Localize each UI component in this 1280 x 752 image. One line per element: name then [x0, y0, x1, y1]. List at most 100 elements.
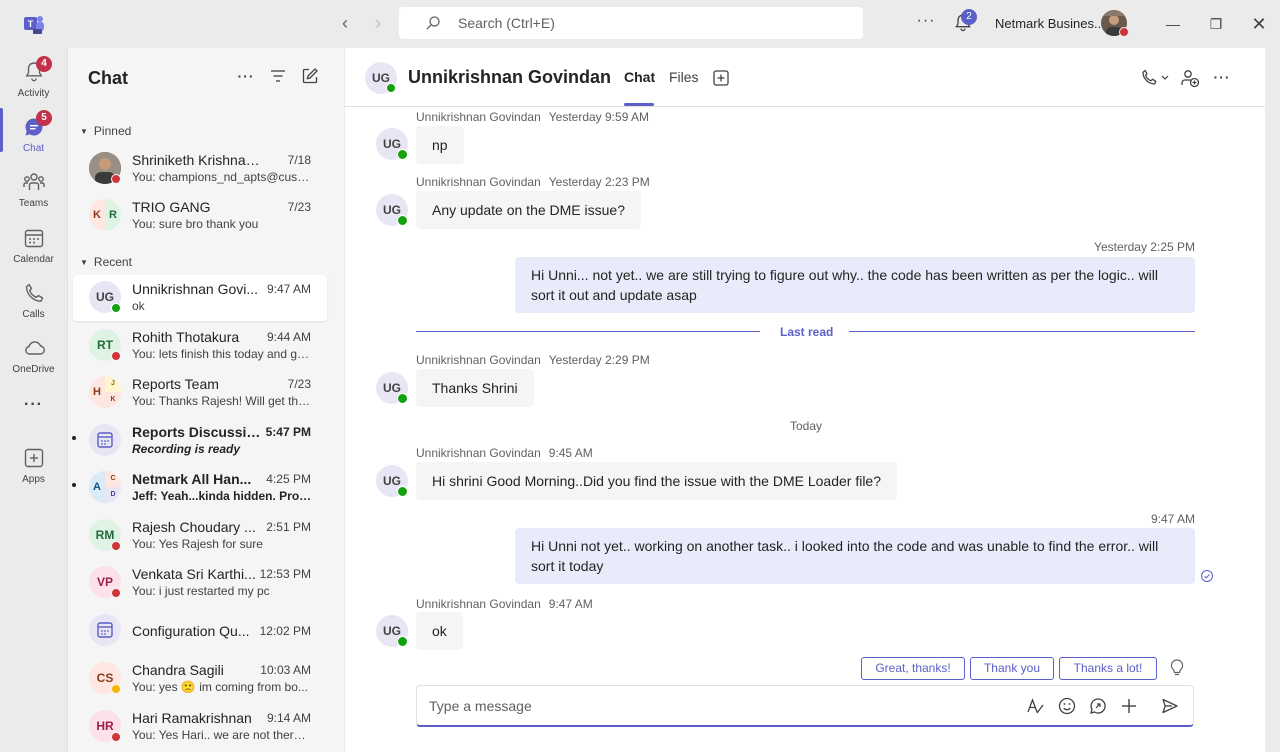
- chat-item-name: Chandra Sagili: [132, 662, 224, 678]
- rail-item-activity[interactable]: 4 Activity: [0, 52, 67, 108]
- more-options-icon[interactable]: ···: [1211, 67, 1233, 89]
- chat-item[interactable]: K R TRIO GANG 7/23 You: sure bro thank y…: [73, 193, 327, 239]
- filter-icon[interactable]: [268, 66, 288, 86]
- rail-item-apps[interactable]: Apps: [0, 438, 67, 494]
- message-avatar[interactable]: UG: [376, 465, 408, 497]
- suggested-reply-button[interactable]: Great, thanks!: [861, 657, 965, 680]
- message-avatar[interactable]: UG: [376, 615, 408, 647]
- chat-item[interactable]: UG Unnikrishnan Govi... 9:47 AM ok: [73, 275, 327, 321]
- forward-arrow-icon[interactable]: ›: [366, 12, 390, 36]
- rail-item-calls[interactable]: Calls: [0, 273, 67, 329]
- message-bubble[interactable]: Any update on the DME issue?: [416, 191, 642, 229]
- message-bubble[interactable]: np: [416, 126, 464, 164]
- tab-chat[interactable]: Chat: [624, 69, 655, 85]
- chat-more-options-icon[interactable]: ···: [236, 66, 256, 86]
- chat-item[interactable]: H J K Reports Team 7/23 You: Thanks Raje…: [73, 370, 327, 416]
- message-meta: Unnikrishnan Govindan Yesterday 9:59 AM: [416, 110, 650, 124]
- rail-label: Calls: [22, 309, 45, 320]
- message-meta: Unnikrishnan Govindan Yesterday 2:29 PM: [416, 353, 650, 367]
- my-message-bubble[interactable]: Hi Unni not yet.. working on another tas…: [515, 528, 1195, 584]
- call-dropdown-icon[interactable]: [1139, 67, 1171, 89]
- unread-indicator: [72, 436, 76, 440]
- group-avatar: K R: [89, 199, 121, 231]
- rail-item-more[interactable]: ···: [0, 388, 67, 424]
- chat-item[interactable]: CS Chandra Sagili 10:03 AM You: yes 🙁 im…: [73, 656, 327, 702]
- chat-item-name: Unnikrishnan Govi...: [132, 281, 259, 297]
- chat-item-time: 5:47 PM: [265, 425, 311, 439]
- chat-item-preview: You: yes 🙁 im coming from bo...: [132, 680, 308, 694]
- rail-item-onedrive[interactable]: OneDrive: [0, 328, 67, 384]
- section-header-recent[interactable]: ▼ Recent: [80, 255, 132, 269]
- chat-item-name: Netmark All Han...: [132, 471, 252, 487]
- section-header-pinned[interactable]: ▼ Pinned: [80, 124, 131, 138]
- chat-item-preview: Jeff: Yeah...kinda hidden. Provi...: [132, 489, 312, 503]
- composer-placeholder: Type a message: [429, 698, 532, 714]
- chat-item-time: 4:25 PM: [266, 472, 311, 486]
- phone-icon: [25, 283, 44, 302]
- search-box[interactable]: Search (Ctrl+E): [399, 7, 863, 39]
- chat-item-name: Reports Team: [132, 376, 219, 392]
- chat-item-preview: You: lets finish this today and ge...: [132, 347, 312, 361]
- message-avatar[interactable]: UG: [376, 128, 408, 160]
- contact-name[interactable]: Unnikrishnan Govindan: [408, 67, 611, 88]
- chat-item[interactable]: Reports Discussion 5:47 PM Recording is …: [72, 418, 327, 464]
- minimize-icon[interactable]: —: [1161, 12, 1185, 36]
- conversation-pane: UG Unnikrishnan Govindan Chat Files ··· …: [345, 48, 1265, 752]
- message-bubble[interactable]: Thanks Shrini: [416, 369, 534, 407]
- send-icon[interactable]: [1160, 696, 1180, 716]
- chat-item-name: Venkata Sri Karthi...: [132, 566, 256, 582]
- chat-item[interactable]: Shriniketh Krishnan (Y... 7/18 You: cham…: [73, 146, 327, 192]
- my-message-bubble[interactable]: Hi Unni... not yet.. we are still trying…: [515, 257, 1195, 313]
- plus-icon[interactable]: [1119, 696, 1139, 716]
- rail-item-calendar[interactable]: Calendar: [0, 218, 67, 274]
- caret-down-icon: ▼: [80, 258, 88, 267]
- chat-item[interactable]: A C D Netmark All Han... 4:25 PM Jeff: Y…: [72, 465, 327, 511]
- rail-label: Calendar: [13, 254, 54, 265]
- unread-indicator: [72, 483, 76, 487]
- chat-item[interactable]: VP Venkata Sri Karthi... 12:53 PM You: i…: [73, 560, 327, 606]
- chat-item-time: 7/18: [287, 153, 311, 167]
- message-bubble[interactable]: ok: [416, 612, 463, 650]
- section-label: Pinned: [93, 124, 132, 138]
- chat-item-name: Reports Discussion: [132, 424, 262, 440]
- suggested-reply-button[interactable]: Thank you: [970, 657, 1054, 680]
- rail-item-chat[interactable]: 5 Chat: [0, 107, 67, 163]
- caret-down-icon: ▼: [80, 127, 88, 136]
- format-icon[interactable]: [1025, 696, 1045, 716]
- loop-icon[interactable]: [1088, 696, 1108, 716]
- teams-icon: [23, 173, 45, 190]
- chat-item[interactable]: HR Hari Ramakrishnan 9:14 AM You: Yes Ha…: [73, 704, 327, 750]
- message-composer[interactable]: Type a message: [416, 685, 1194, 727]
- teams-logo-icon[interactable]: T: [22, 12, 46, 36]
- add-people-icon[interactable]: [1179, 67, 1201, 89]
- chat-item[interactable]: RT Rohith Thotakura 9:44 AM You: lets fi…: [73, 323, 327, 369]
- message-avatar[interactable]: UG: [376, 372, 408, 404]
- back-arrow-icon[interactable]: ‹: [333, 12, 357, 36]
- presence-available-icon: [397, 486, 408, 497]
- rail-item-teams[interactable]: Teams: [0, 162, 67, 218]
- message-bubble[interactable]: Hi shrini Good Morning..Did you find the…: [416, 462, 897, 500]
- more-options-icon[interactable]: ···: [914, 10, 938, 34]
- message-avatar[interactable]: UG: [376, 194, 408, 226]
- last-read-label: Last read: [780, 325, 834, 339]
- rail-label: OneDrive: [12, 364, 55, 375]
- group-avatar: H J K: [89, 376, 121, 408]
- lightbulb-icon[interactable]: [1168, 658, 1186, 678]
- chat-item-preview: ok: [132, 299, 145, 313]
- add-tab-icon[interactable]: [710, 67, 732, 89]
- close-icon[interactable]: ✕: [1247, 12, 1271, 36]
- org-name[interactable]: Netmark Busines...: [995, 16, 1105, 31]
- rail-label: Chat: [22, 143, 45, 154]
- chat-item-preview: You: Yes Hari.. we are not there y...: [132, 728, 312, 742]
- new-chat-icon[interactable]: [300, 66, 320, 86]
- chat-item-preview: You: Thanks Rajesh! Will get the ...: [132, 394, 312, 408]
- presence-away-icon: [111, 684, 121, 694]
- rail-label: Activity: [17, 88, 50, 99]
- chat-item[interactable]: RM Rajesh Choudary ... 2:51 PM You: Yes …: [73, 513, 327, 559]
- restore-icon[interactable]: ❐: [1204, 12, 1228, 36]
- tab-files[interactable]: Files: [669, 69, 699, 85]
- chat-item[interactable]: Configuration Qu... 12:02 PM: [73, 608, 327, 654]
- emoji-icon[interactable]: [1057, 696, 1077, 716]
- suggested-reply-button[interactable]: Thanks a lot!: [1059, 657, 1157, 680]
- last-read-divider: [849, 331, 1195, 332]
